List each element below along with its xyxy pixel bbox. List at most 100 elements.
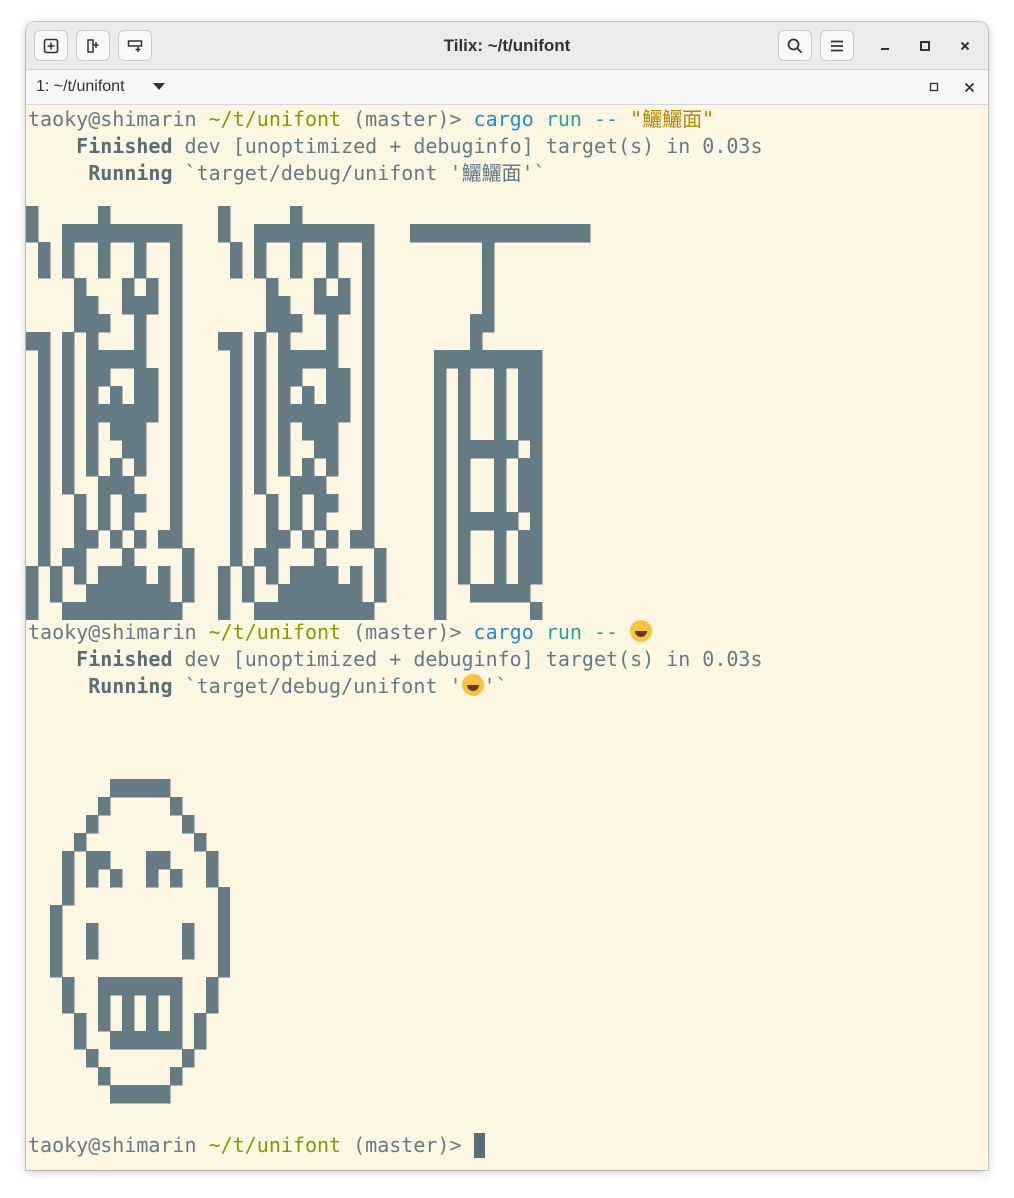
glyph-pixel — [170, 278, 183, 297]
glyph-pixel — [266, 512, 279, 531]
glyph-pixel — [494, 224, 507, 243]
glyph-pixel — [110, 476, 123, 495]
glyph-pixel — [134, 260, 147, 279]
glyph-pixel — [302, 386, 315, 405]
glyph-pixel — [218, 923, 230, 942]
glyph-pixel — [470, 314, 483, 333]
glyph-pixel — [542, 224, 555, 243]
glyph-pixel — [266, 494, 279, 513]
glyph-pixel — [74, 530, 87, 549]
glyph-pixel — [50, 584, 63, 603]
glyph-pixel — [74, 1031, 87, 1050]
glyph-pixel — [62, 602, 75, 620]
glyph-pixel — [38, 512, 51, 531]
glyph-pixel — [230, 476, 243, 495]
glyph-pixel — [362, 494, 375, 513]
glyph-pixel — [362, 458, 375, 477]
glyph-pixel — [134, 584, 147, 603]
glyph-pixel — [314, 602, 327, 620]
glyph-pixel — [26, 566, 39, 585]
glyph-pixel — [86, 869, 99, 888]
glyph-pixel — [110, 386, 123, 405]
glyph-pixel — [146, 995, 159, 1014]
glyph-pixel — [122, 476, 135, 495]
prompt-branch: (master)> — [353, 1133, 462, 1157]
glyph-pixel — [182, 584, 195, 603]
glyph-pixel — [98, 977, 111, 996]
close-terminal-button[interactable] — [960, 78, 978, 96]
command-name: cargo — [473, 107, 534, 131]
glyph-pixel — [230, 530, 243, 549]
maximize-button[interactable] — [914, 35, 936, 57]
glyph-pixel — [290, 566, 303, 585]
running-label: Running — [88, 161, 173, 185]
glyph-pixel — [434, 530, 447, 549]
glyph-pixel — [110, 530, 123, 549]
glyph-pixel — [578, 224, 591, 243]
glyph-pixel — [290, 602, 303, 620]
glyph-pixel — [86, 584, 99, 603]
maximize-terminal-button[interactable] — [925, 78, 943, 96]
glyph-pixel — [458, 494, 471, 513]
command-argument: "鱺鱺面" — [630, 107, 715, 131]
prompt-path: ~/t/unifont — [208, 620, 342, 644]
glyph-pixel — [170, 332, 183, 351]
glyph-pixel — [86, 458, 99, 477]
glyph-pixel — [134, 368, 147, 387]
glyph-pixel — [518, 368, 531, 387]
glyph-pixel — [326, 386, 339, 405]
glyph-pixel — [518, 566, 531, 585]
glyph-char-1 — [26, 206, 195, 620]
glyph-pixel — [74, 296, 87, 315]
glyph-pixel — [122, 1085, 135, 1104]
running-text-pre: `target/debug/unifont ' — [184, 674, 462, 698]
title-bar[interactable]: Tilix: ~/t/unifont — [26, 22, 988, 70]
glyph-pixel — [122, 350, 135, 369]
glyph-pixel — [86, 923, 99, 942]
glyph-pixel — [158, 224, 171, 243]
glyph-pixel — [206, 851, 219, 870]
glyph-pixel — [170, 404, 183, 423]
glyph-char-3 — [410, 224, 591, 620]
glyph-pixel — [38, 332, 51, 351]
glyph-pixel — [290, 260, 303, 279]
glyph-pixel — [206, 977, 219, 996]
glyph-pixel — [98, 494, 111, 513]
glyph-pixel — [302, 422, 315, 441]
close-small-icon — [964, 82, 974, 92]
glyph-pixel — [530, 512, 543, 531]
glyph-pixel — [86, 386, 99, 405]
glyph-pixel — [458, 440, 471, 459]
glyph-pixel — [62, 404, 75, 423]
chevron-down-icon[interactable] — [153, 83, 165, 90]
glyph-pixel — [458, 512, 471, 531]
glyph-pixel — [458, 530, 471, 549]
terminal-output[interactable]: taoky@shimarin ~/t/unifont (master)> car… — [26, 105, 988, 1170]
glyph-pixel — [110, 602, 123, 620]
glyph-pixel — [362, 404, 375, 423]
glyph-pixel — [146, 869, 159, 888]
minimize-button[interactable] — [874, 35, 896, 57]
glyph-pixel — [326, 242, 339, 261]
glyph-pixel — [314, 584, 327, 603]
glyph-pixel — [134, 1085, 147, 1104]
session-title[interactable]: 1: ~/t/unifont — [36, 70, 125, 104]
finished-text: dev [unoptimized + debuginfo] target(s) … — [184, 134, 763, 158]
glyph-pixel — [254, 368, 267, 387]
search-button[interactable] — [778, 30, 812, 61]
prompt-line-3: taoky@shimarin ~/t/unifont (master)> — [28, 1132, 485, 1159]
glyph-pixel — [470, 584, 483, 603]
glyph-pixel — [302, 476, 315, 495]
glyph-pixel — [290, 206, 303, 225]
close-button[interactable] — [954, 35, 976, 57]
glyph-pixel — [278, 530, 291, 549]
menu-button[interactable] — [820, 30, 854, 61]
glyph-pixel — [26, 332, 39, 351]
glyph-pixel — [290, 404, 303, 423]
glyph-pixel — [170, 1013, 183, 1032]
glyph-pixel — [254, 548, 267, 567]
glyph-pixel — [230, 332, 243, 351]
glyph-pixel — [182, 815, 195, 834]
glyph-pixel — [518, 386, 531, 405]
glyph-pixel — [170, 977, 183, 996]
